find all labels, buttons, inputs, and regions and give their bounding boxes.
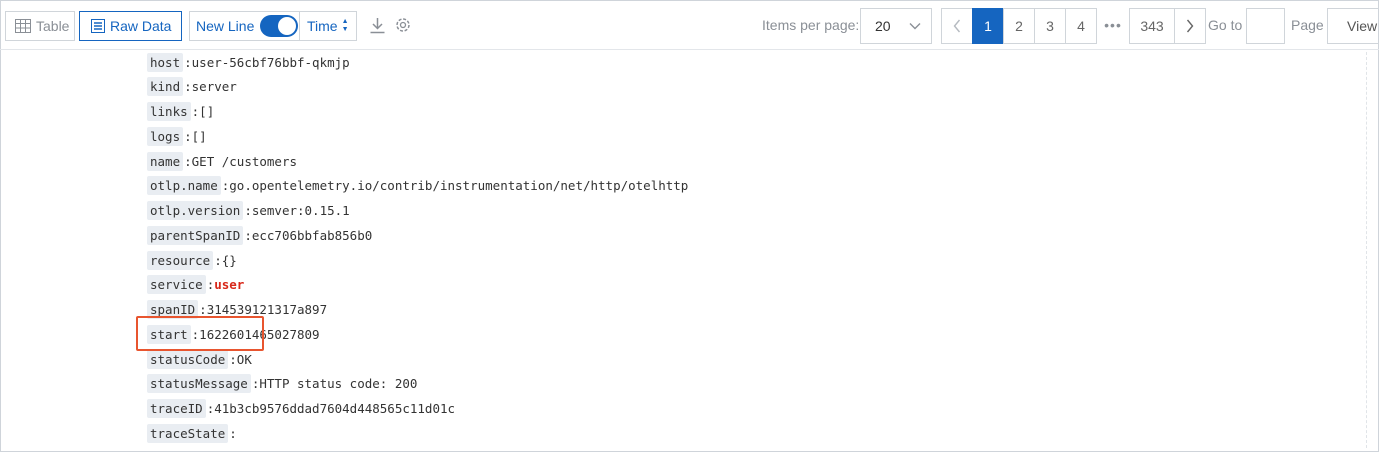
record-value: ecc706bbfab856b0	[251, 227, 373, 243]
record-value: OK	[236, 351, 252, 367]
record-value: user	[214, 277, 245, 293]
record-key: parentSpanID	[147, 225, 244, 245]
download-icon[interactable]	[367, 14, 387, 36]
record-row: service: user	[147, 274, 244, 296]
record-separator: :	[214, 252, 222, 268]
record-separator: :	[229, 425, 237, 441]
record-value: GET /customers	[191, 153, 297, 169]
record-key: host	[147, 52, 184, 72]
record-value: HTTP status code: 200	[259, 376, 418, 392]
page-button-4[interactable]: 4	[1065, 8, 1097, 44]
toggle-knob	[278, 17, 297, 35]
record-separator: :	[191, 104, 200, 119]
new-line-label: New Line	[196, 18, 255, 34]
record-separator: :	[206, 401, 215, 416]
vertical-scrollbar[interactable]	[1366, 52, 1375, 448]
table-view-button[interactable]: Table	[5, 11, 75, 41]
record-value: []	[191, 128, 207, 144]
record-value: go.opentelemetry.io/contrib/instrumentat…	[229, 178, 689, 194]
table-icon	[15, 19, 31, 33]
record-row: otlp.version: semver:0.15.1	[147, 200, 350, 222]
record-row: links:[]	[147, 101, 214, 123]
raw-data-view-label: Raw Data	[110, 18, 172, 34]
record-key: links	[147, 102, 191, 121]
record-separator: :	[229, 351, 237, 367]
record-key: otlp.version	[147, 201, 244, 220]
view-button[interactable]: View	[1327, 8, 1379, 44]
go-to-page-input[interactable]	[1246, 8, 1285, 44]
record-separator: :	[184, 79, 192, 95]
record-value: 41b3cb9576ddad7604d448565c11d01c	[214, 401, 456, 416]
record-row: parentSpanID: ecc706bbfab856b0	[147, 224, 372, 246]
chevron-right-icon	[1186, 19, 1194, 33]
record-key: resource	[147, 250, 214, 270]
record-separator: :	[199, 302, 207, 317]
new-line-control: New Line	[189, 11, 299, 41]
record-separator: :	[206, 277, 215, 293]
chevron-left-icon	[953, 19, 961, 33]
time-sort-label: Time	[307, 18, 338, 34]
record-separator: :	[221, 178, 230, 194]
previous-page-button[interactable]	[941, 8, 973, 44]
raw-data-content: host: user-56cbf76bbf-qkmjp kind: server lin…	[0, 50, 1379, 452]
chevron-down-icon	[909, 23, 921, 30]
raw-data-view-button[interactable]: Raw Data	[79, 11, 182, 41]
items-per-page-label: Items per page:	[762, 17, 860, 33]
items-per-page-select[interactable]: 20	[860, 8, 932, 44]
record-row: host: user-56cbf76bbf-qkmjp	[147, 51, 350, 73]
toolbar: Table Raw Data New Line Time ▲ ▼ Items p…	[0, 0, 1379, 50]
page-label: Page	[1291, 17, 1324, 33]
record-separator: :	[184, 153, 192, 169]
items-per-page-value: 20	[875, 18, 891, 34]
record-value: 314539121317a897	[206, 302, 328, 317]
record-key: statusMessage	[147, 374, 251, 394]
record-row: name: GET /customers	[147, 150, 297, 172]
record-value: semver:0.15.1	[251, 203, 350, 218]
page-button-3[interactable]: 3	[1034, 8, 1066, 44]
record-separator: :	[184, 54, 192, 70]
table-view-label: Table	[36, 18, 70, 34]
record-key: logs	[147, 126, 184, 146]
record-key: service	[147, 275, 206, 295]
record-key: traceID	[147, 399, 206, 418]
go-to-label: Go to	[1208, 17, 1243, 33]
record-row: statusCode: OK	[147, 348, 252, 370]
record-value: {}	[221, 252, 237, 268]
record-row: logs:[]	[147, 125, 207, 147]
record-key: traceState	[147, 423, 229, 443]
time-sort-button[interactable]: Time ▲ ▼	[299, 11, 357, 41]
record-row: traceID:41b3cb9576ddad7604d448565c11d01c	[147, 398, 455, 420]
record-row: traceState:	[147, 422, 237, 444]
new-line-toggle[interactable]	[260, 15, 299, 37]
record-key: kind	[147, 77, 184, 97]
record-key: otlp.name	[147, 176, 221, 196]
record-separator: :	[251, 376, 260, 392]
record-separator: :	[244, 203, 252, 218]
list-icon	[91, 19, 105, 33]
record-row: otlp.name: go.opentelemetry.io/contrib/in…	[147, 175, 688, 197]
record-separator: :	[244, 227, 252, 243]
next-page-button[interactable]	[1174, 8, 1206, 44]
record-row: statusMessage: HTTP status code: 200	[147, 373, 417, 395]
more-pages-ellipsis[interactable]: •••	[1103, 13, 1123, 37]
page-button-2[interactable]: 2	[1003, 8, 1035, 44]
record-key: name	[147, 151, 184, 171]
record-value: server	[191, 79, 237, 95]
record-value: user-56cbf76bbf-qkmjp	[191, 54, 350, 70]
last-page-button[interactable]: 343	[1129, 8, 1175, 44]
highlight-box	[136, 316, 264, 351]
gear-icon[interactable]	[393, 14, 413, 36]
record-row: kind: server	[147, 76, 237, 98]
sort-icon: ▲ ▼	[341, 18, 349, 33]
record-value: []	[199, 104, 215, 119]
record-key: statusCode	[147, 349, 229, 369]
record-row: resource:{}	[147, 249, 237, 271]
record-separator: :	[184, 128, 192, 144]
page-button-1[interactable]: 1	[972, 8, 1004, 44]
